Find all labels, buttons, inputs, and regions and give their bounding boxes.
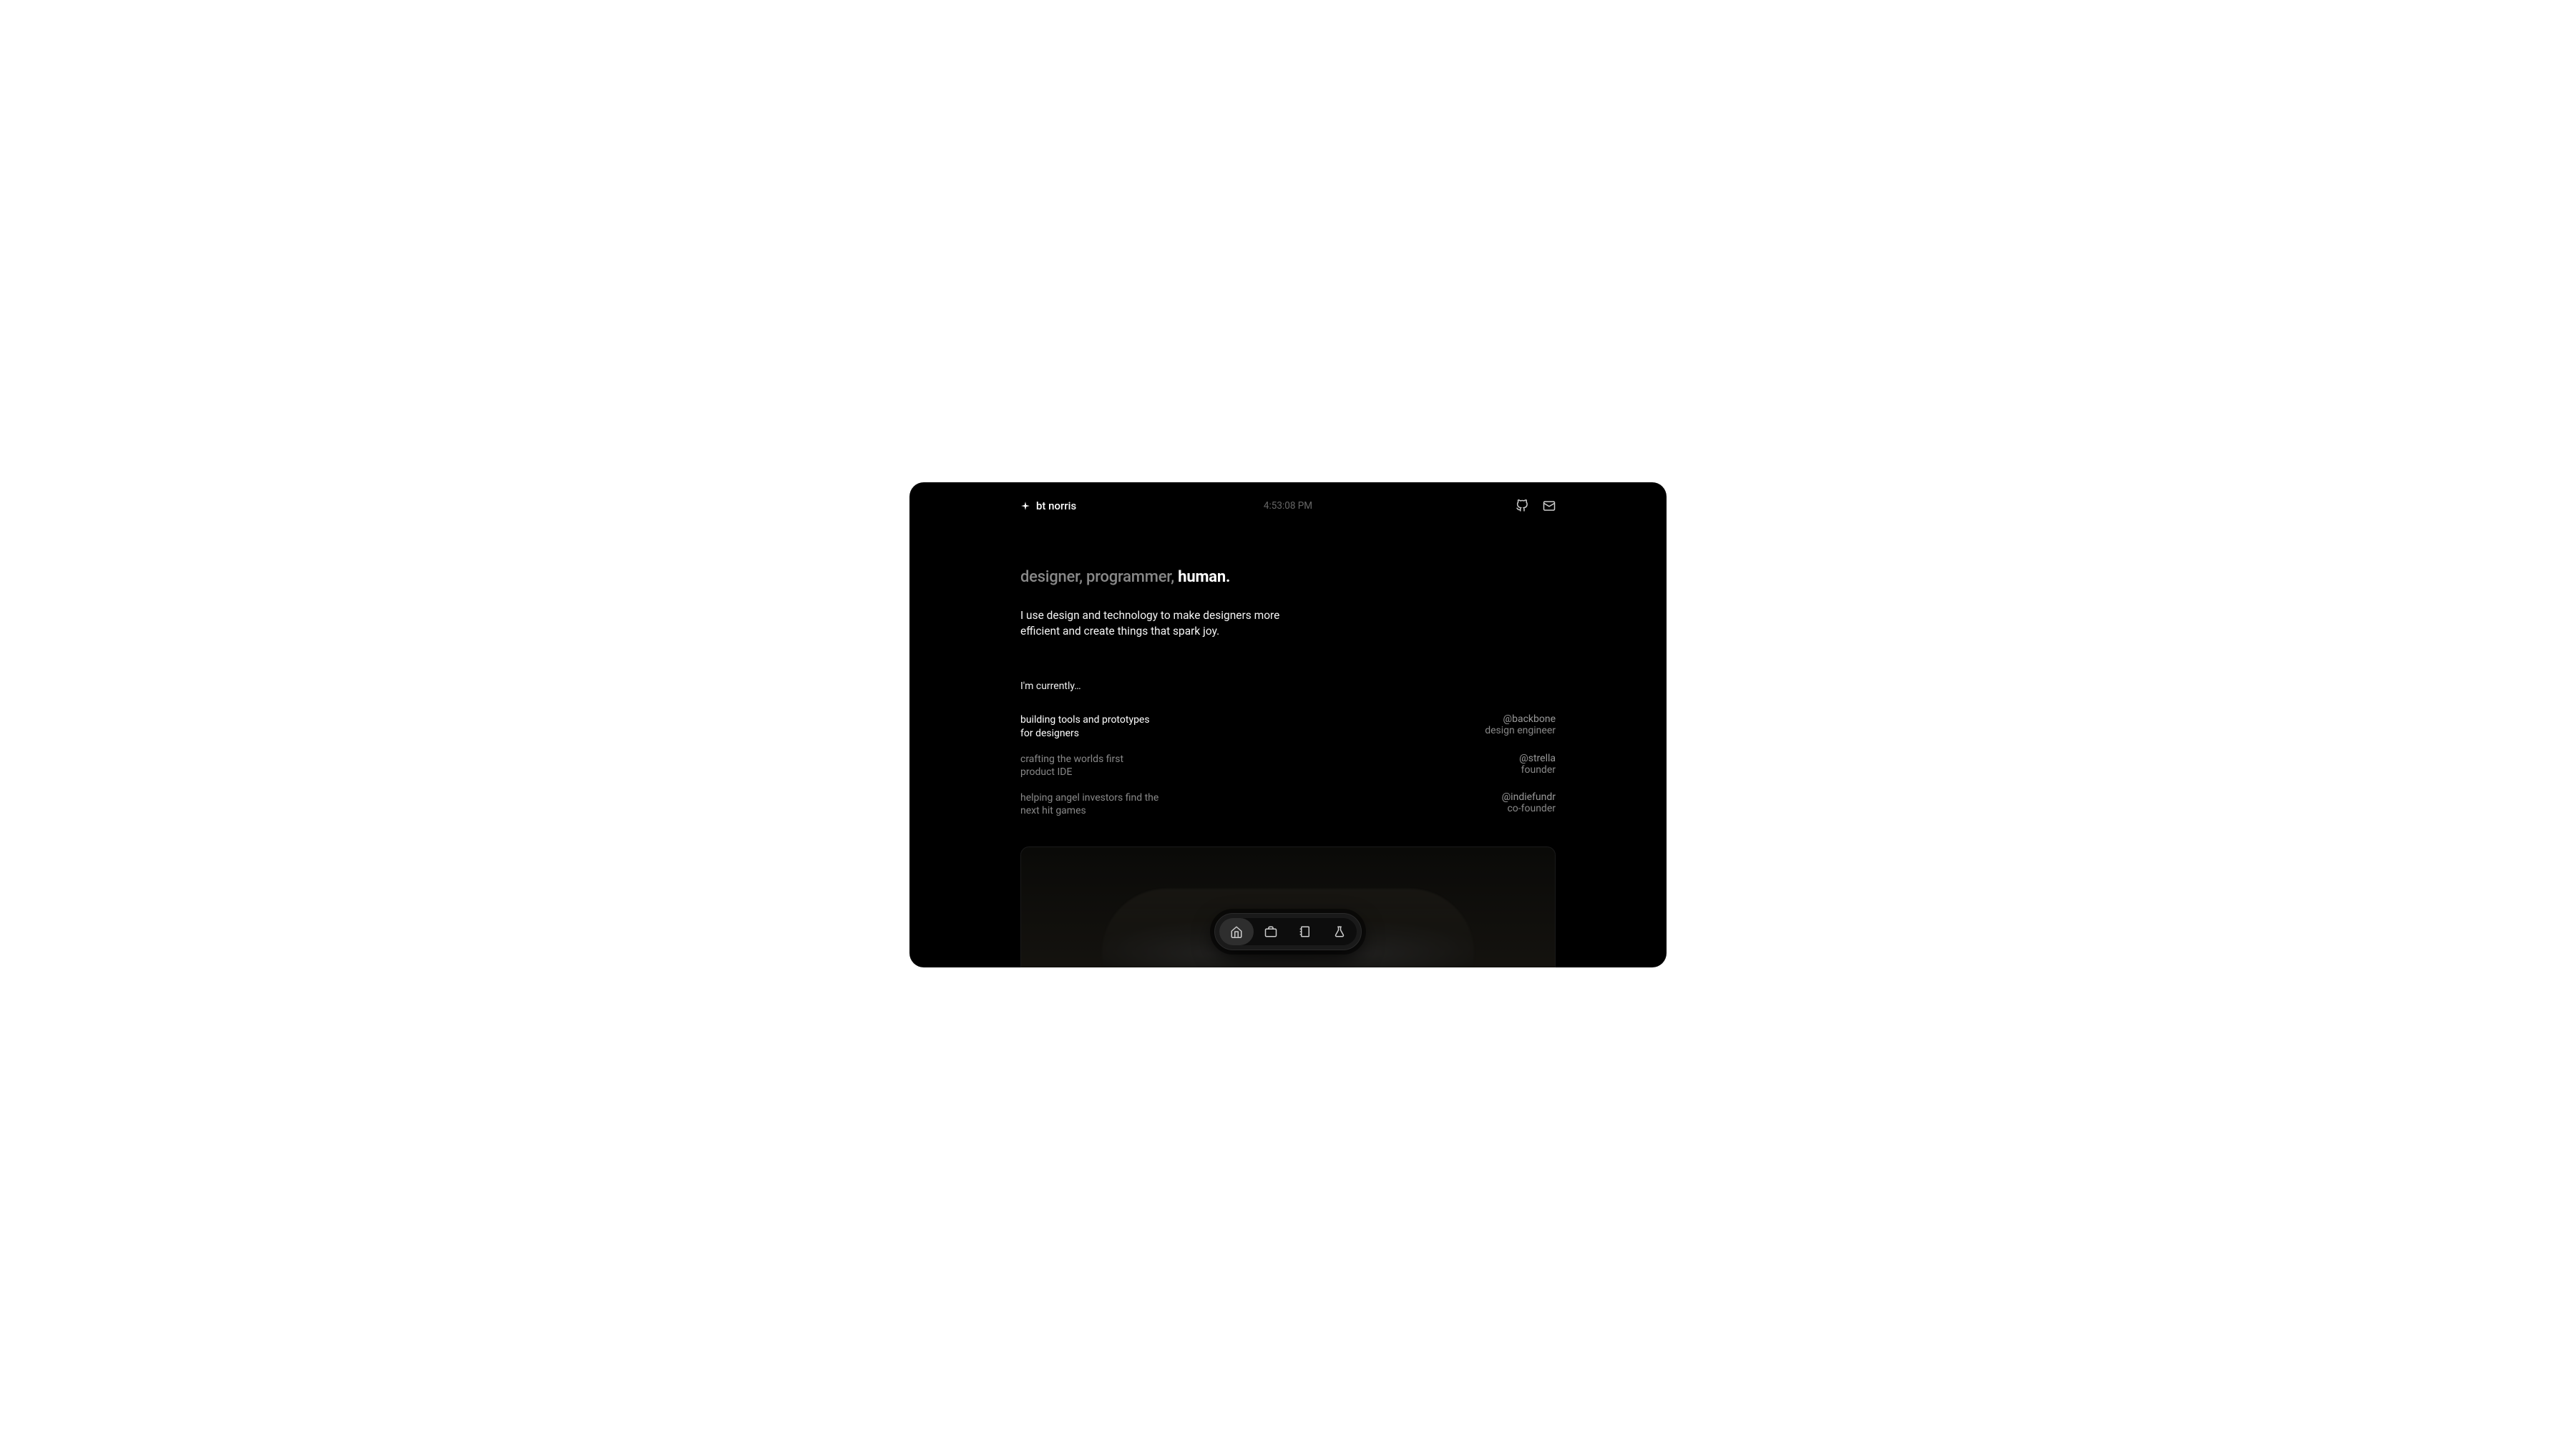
role-company: @indiefundr — [1502, 791, 1556, 803]
dock — [1214, 913, 1362, 950]
notebook-icon — [1299, 925, 1312, 938]
current-label: I'm currently… — [1020, 680, 1556, 692]
role-description: helping angel investors find the next hi… — [1020, 791, 1158, 817]
role-company: @backbone — [1485, 713, 1556, 725]
clock: 4:53:08 PM — [1264, 500, 1312, 512]
role-description: crafting the worlds first product IDE — [1020, 753, 1123, 779]
role-title: co-founder — [1502, 803, 1556, 814]
role-title: design engineer — [1485, 725, 1556, 736]
portfolio-window: bt norris 4:53:08 PM designer, programme… — [909, 482, 1667, 967]
briefcase-icon — [1264, 925, 1277, 938]
flask-icon — [1333, 925, 1346, 938]
dock-lab[interactable] — [1322, 918, 1357, 945]
headline-muted: designer, programmer, — [1020, 568, 1178, 586]
subhead: I use design and technology to make desi… — [1020, 608, 1292, 640]
brand-name: bt norris — [1036, 499, 1076, 512]
dock-work[interactable] — [1254, 918, 1288, 945]
role-row[interactable]: building tools and prototypes for design… — [1020, 713, 1556, 739]
headline: designer, programmer, human. — [1020, 568, 1556, 586]
role-row[interactable]: helping angel investors find the next hi… — [1020, 791, 1556, 817]
brand[interactable]: bt norris — [1020, 499, 1076, 512]
role-meta: @strella founder — [1519, 753, 1556, 779]
role-description: building tools and prototypes for design… — [1020, 713, 1150, 739]
role-title: founder — [1519, 764, 1556, 776]
home-icon — [1230, 925, 1243, 938]
roles-list: building tools and prototypes for design… — [1020, 713, 1556, 817]
role-row[interactable]: crafting the worlds first product IDE @s… — [1020, 753, 1556, 779]
headline-bold: human. — [1178, 568, 1230, 586]
main-content: designer, programmer, human. I use desig… — [909, 512, 1667, 818]
header-icons — [1516, 499, 1556, 512]
role-company: @strella — [1519, 753, 1556, 764]
mail-icon[interactable] — [1543, 499, 1556, 512]
header: bt norris 4:53:08 PM — [909, 482, 1667, 512]
github-icon[interactable] — [1516, 499, 1528, 512]
role-meta: @backbone design engineer — [1485, 713, 1556, 739]
role-meta: @indiefundr co-founder — [1502, 791, 1556, 817]
dock-notes[interactable] — [1288, 918, 1322, 945]
dock-home[interactable] — [1219, 918, 1254, 945]
sparkle-icon — [1020, 501, 1030, 511]
